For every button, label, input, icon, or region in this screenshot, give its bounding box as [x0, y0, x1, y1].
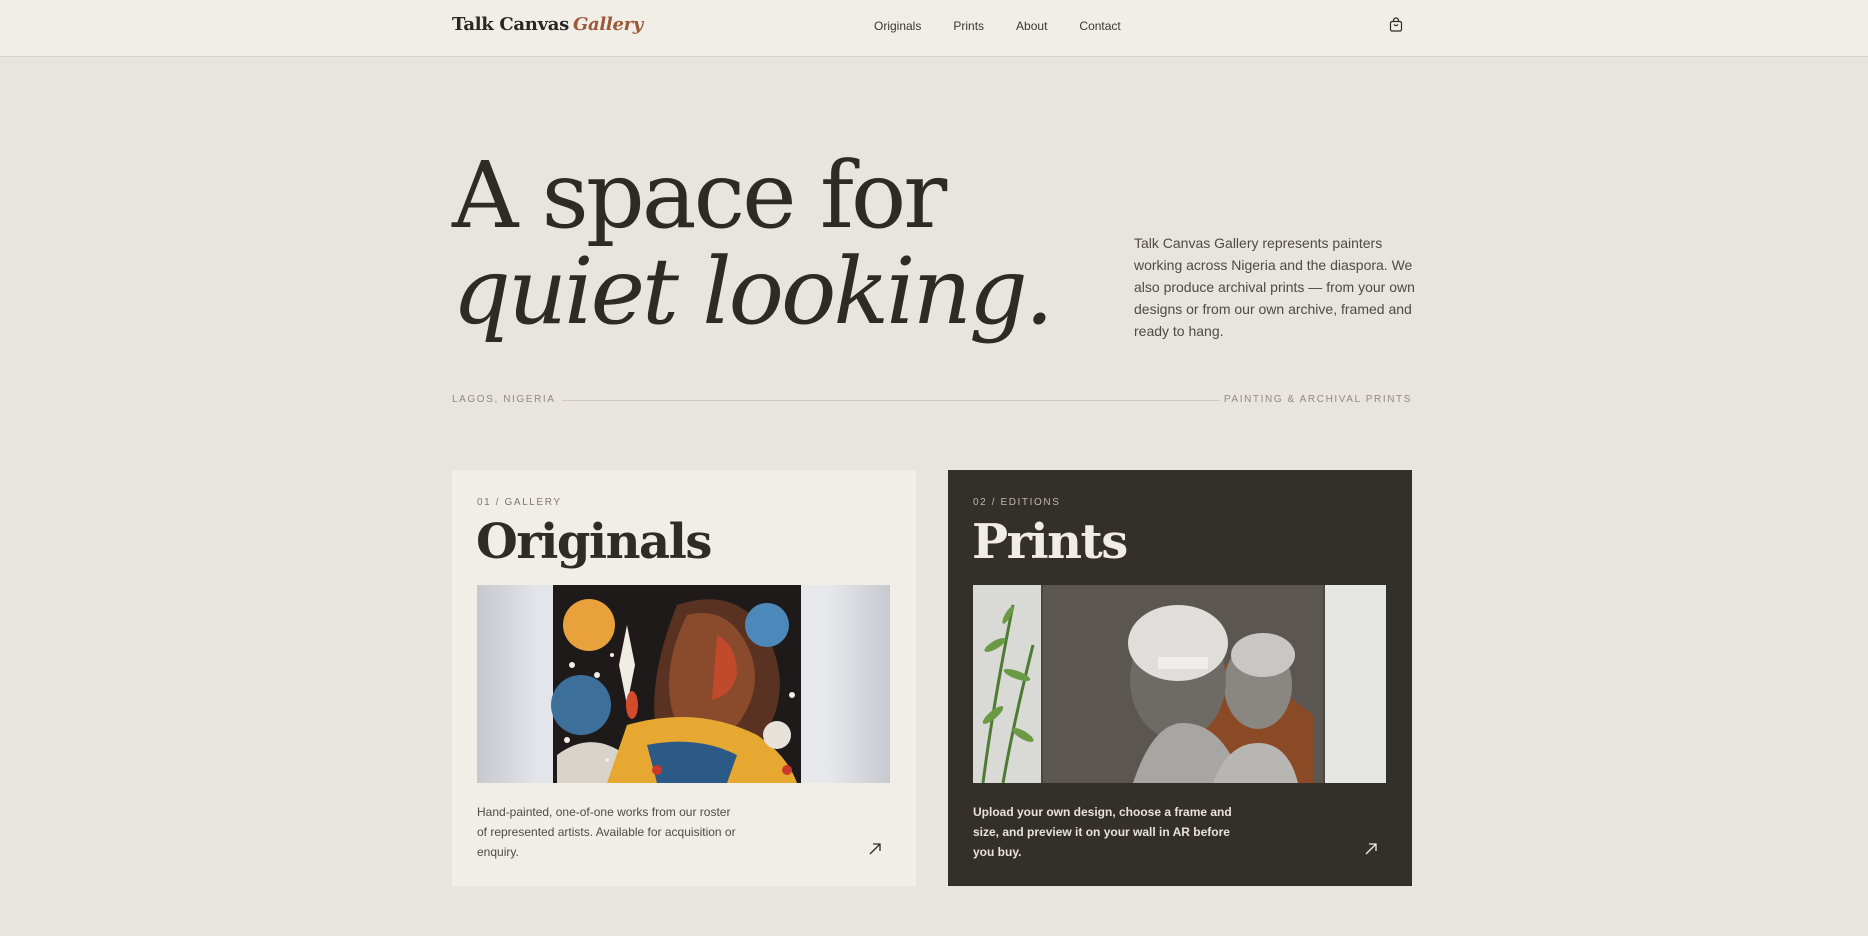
card-description: Hand-painted, one-of-one works from our … [477, 805, 736, 859]
card-title: Prints [972, 514, 1128, 570]
brand-name: Talk Canvas [452, 14, 569, 35]
nav-link-contact[interactable]: Contact [1079, 19, 1120, 33]
tagline-label: PAINTING & ARCHIVAL PRINTS [1223, 394, 1412, 405]
card-description: Upload your own design, choose a frame a… [973, 805, 1232, 859]
arrow-up-right-icon[interactable] [868, 842, 882, 856]
hero-heading-line-1: A space for [452, 142, 947, 249]
card-title: Originals [476, 514, 712, 570]
prints-artwork-image [973, 585, 1386, 783]
main-menu: Originals Prints About Contact [874, 19, 1121, 33]
hero-description: Talk Canvas Gallery represents painters … [1134, 235, 1415, 339]
originals-card[interactable]: 01 / GALLERY Originals Hand-painted, one… [452, 470, 916, 886]
location-label: LAGOS, NIGERIA [452, 394, 556, 405]
divider-line [562, 400, 1220, 401]
nav-link-about[interactable]: About [1016, 19, 1047, 33]
nav-link-originals[interactable]: Originals [874, 19, 921, 33]
brand-logo[interactable]: Talk Canvas Gallery [452, 14, 643, 35]
arrow-up-right-icon[interactable] [1364, 842, 1378, 856]
prints-card[interactable]: 02 / EDITIONS Prints Upload your own des… [948, 470, 1412, 886]
hero-heading: A space for quiet looking. [452, 142, 1054, 345]
originals-artwork-image [477, 585, 890, 783]
nav-link-prints[interactable]: Prints [953, 19, 984, 33]
card-eyebrow: 01 / GALLERY [477, 497, 562, 508]
card-eyebrow: 02 / EDITIONS [973, 497, 1061, 508]
location-strip: LAGOS, NIGERIA PAINTING & ARCHIVAL PRINT… [452, 394, 1412, 408]
hero-heading-line-2: quiet looking. [452, 238, 1054, 345]
shopping-bag-icon[interactable] [1388, 17, 1404, 33]
brand-accent: Gallery [572, 14, 643, 35]
top-navigation: Talk Canvas Gallery Originals Prints Abou… [0, 0, 1868, 57]
